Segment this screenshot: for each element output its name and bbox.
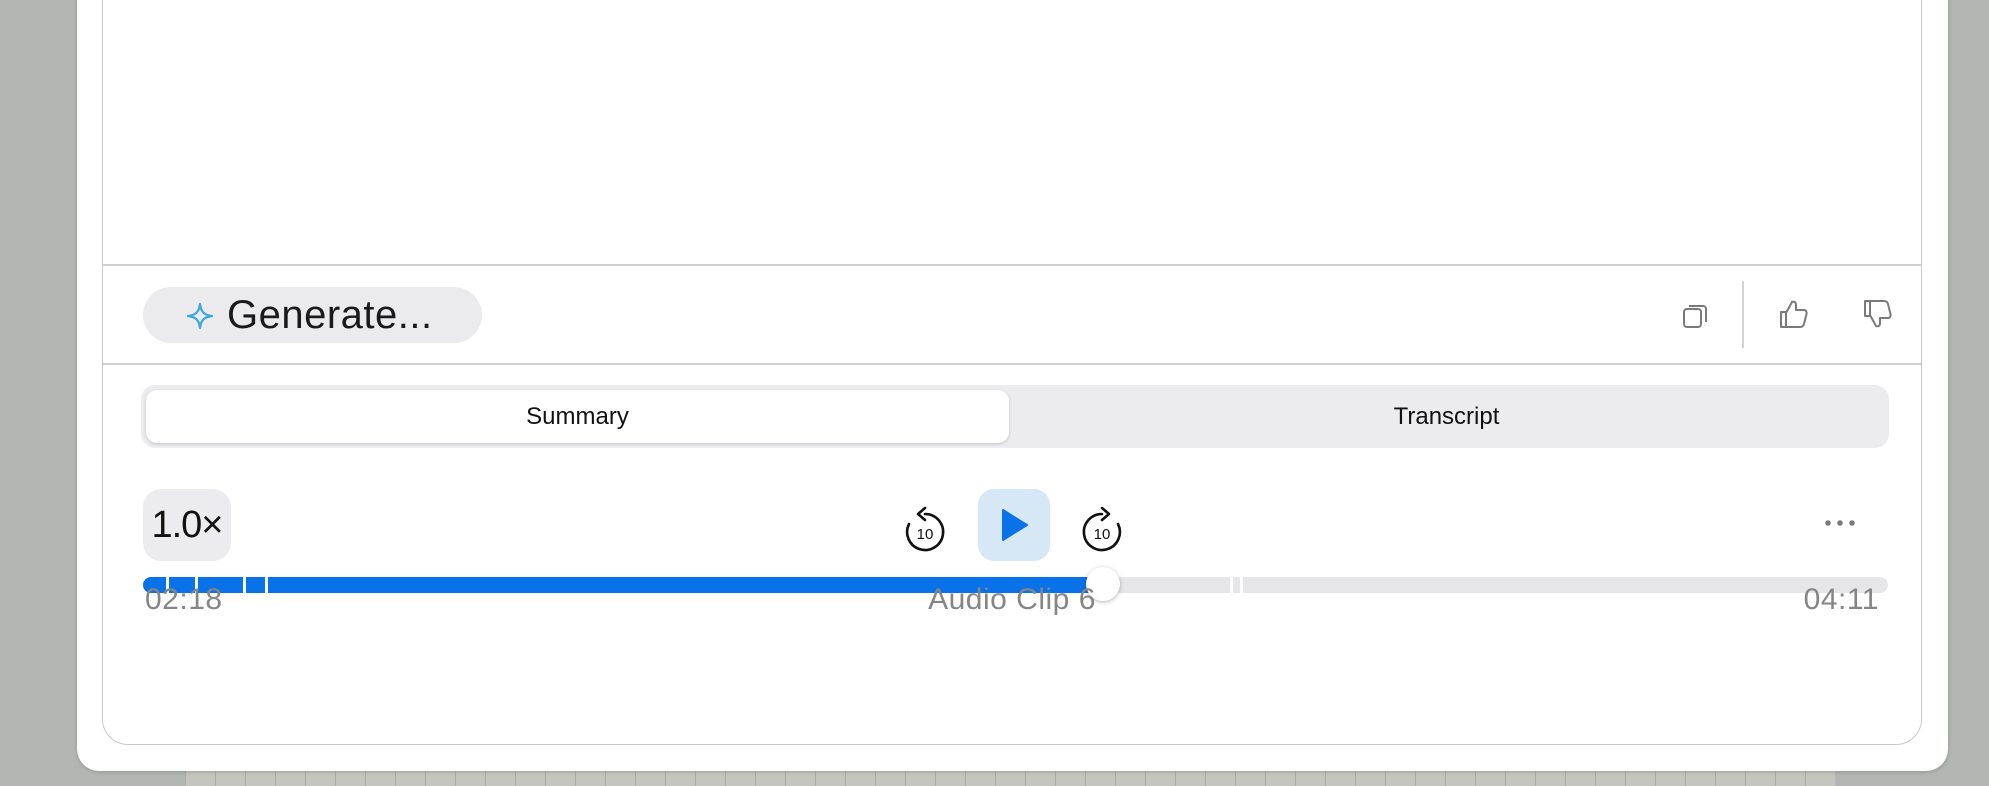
generate-label: Generate...	[227, 292, 433, 337]
copy-icon[interactable]	[1678, 299, 1712, 333]
thumbs-down-icon[interactable]	[1861, 297, 1895, 331]
generate-button[interactable]: Generate...	[143, 287, 482, 343]
skip-forward-10-icon[interactable]: 10	[1078, 504, 1126, 556]
playback-speed-button[interactable]: 1.0×	[143, 489, 231, 561]
note-panel: Generate... Summary Transcript 1.0× 10 1…	[102, 0, 1922, 745]
play-button[interactable]	[978, 489, 1050, 561]
divider	[103, 363, 1921, 365]
view-segmented-control: Summary Transcript	[141, 385, 1889, 448]
tab-summary[interactable]: Summary	[146, 390, 1009, 443]
skip-back-10-icon[interactable]: 10	[901, 504, 949, 556]
svg-text:10: 10	[917, 526, 934, 543]
sparkle-icon	[186, 302, 214, 330]
thumbs-up-icon[interactable]	[1777, 297, 1811, 331]
toolbar-separator	[1742, 281, 1744, 348]
clip-title: Audio Clip 6	[928, 583, 1096, 616]
play-icon	[1002, 509, 1028, 541]
svg-text:10: 10	[1094, 526, 1111, 543]
total-duration: 04:11	[1803, 583, 1879, 616]
tab-transcript[interactable]: Transcript	[1009, 390, 1884, 443]
more-icon[interactable]	[1820, 503, 1860, 543]
divider	[103, 264, 1921, 266]
